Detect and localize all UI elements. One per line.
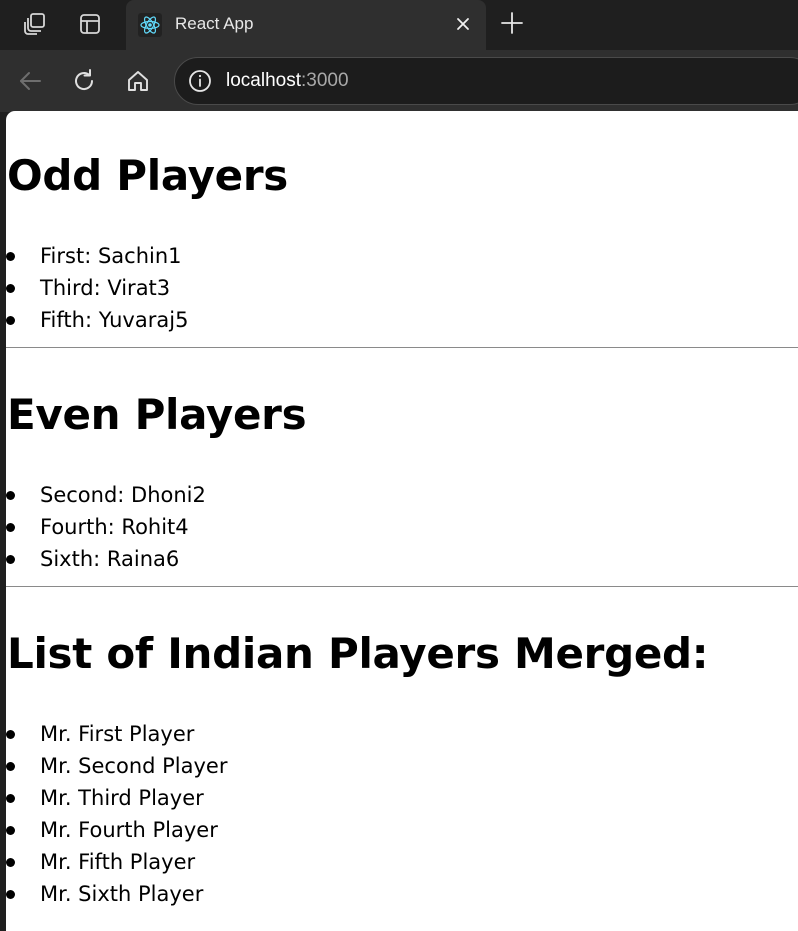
bullet <box>6 858 15 867</box>
browser-toolbar: localhost:3000 <box>0 50 798 112</box>
bullet <box>6 252 15 261</box>
url-host: localhost <box>226 70 301 91</box>
workspaces-icon[interactable] <box>17 6 53 42</box>
bullet <box>6 555 15 564</box>
list-item-text: Mr. Sixth Player <box>40 882 204 906</box>
divider <box>6 347 798 348</box>
address-bar[interactable]: localhost:3000 <box>174 57 798 105</box>
list-item-text: Mr. Second Player <box>40 754 228 778</box>
list-item: Sixth: Raina6 <box>6 206 798 571</box>
bullet <box>6 316 15 325</box>
url-port: :3000 <box>301 70 349 91</box>
bullet <box>6 284 15 293</box>
list-item: Third: Virat3 <box>6 130 798 300</box>
divider <box>6 586 798 587</box>
tab-strip: React App <box>0 0 798 50</box>
bullet <box>6 794 15 803</box>
even-players-heading: Even Players <box>7 390 307 439</box>
home-icon[interactable] <box>120 63 156 99</box>
url-text[interactable]: localhost:3000 <box>226 70 349 92</box>
list-item-text: Mr. Fifth Player <box>40 850 196 874</box>
odd-players-heading: Odd Players <box>7 151 288 200</box>
reload-icon[interactable] <box>66 63 102 99</box>
list-item-text: First: Sachin1 <box>40 244 182 268</box>
tab-title: React App <box>175 14 254 33</box>
tab-actions-icon[interactable] <box>72 6 108 42</box>
back-arrow-icon[interactable] <box>12 63 48 99</box>
bullet <box>6 826 15 835</box>
bullet <box>6 762 15 771</box>
react-logo-icon <box>138 13 162 37</box>
list-item-text: Fifth: Yuvaraj5 <box>40 308 189 332</box>
info-icon[interactable] <box>187 68 213 94</box>
page-viewport: Odd Players First: Sachin1 Third: Virat3… <box>6 111 798 931</box>
bullet <box>6 523 15 532</box>
list-item-text: Fourth: Rohit4 <box>40 515 189 539</box>
bullet <box>6 730 15 739</box>
list-item-text: Mr. Fourth Player <box>40 818 218 842</box>
list-item: Mr. First Player <box>6 225 798 746</box>
list-item-text: Second: Dhoni2 <box>40 483 206 507</box>
close-icon[interactable] <box>450 11 476 37</box>
list-item: First: Sachin1 <box>6 111 798 268</box>
plus-icon[interactable] <box>496 7 528 39</box>
list-item-text: Third: Virat3 <box>40 276 171 300</box>
list-item-text: Sixth: Raina6 <box>40 547 180 571</box>
merged-players-heading: List of Indian Players Merged: <box>7 629 709 678</box>
bullet <box>6 890 15 899</box>
list-item-text: Mr. First Player <box>40 722 195 746</box>
bullet <box>6 491 15 500</box>
list-item-text: Mr. Third Player <box>40 786 204 810</box>
tab-react-app[interactable]: React App <box>126 0 486 50</box>
